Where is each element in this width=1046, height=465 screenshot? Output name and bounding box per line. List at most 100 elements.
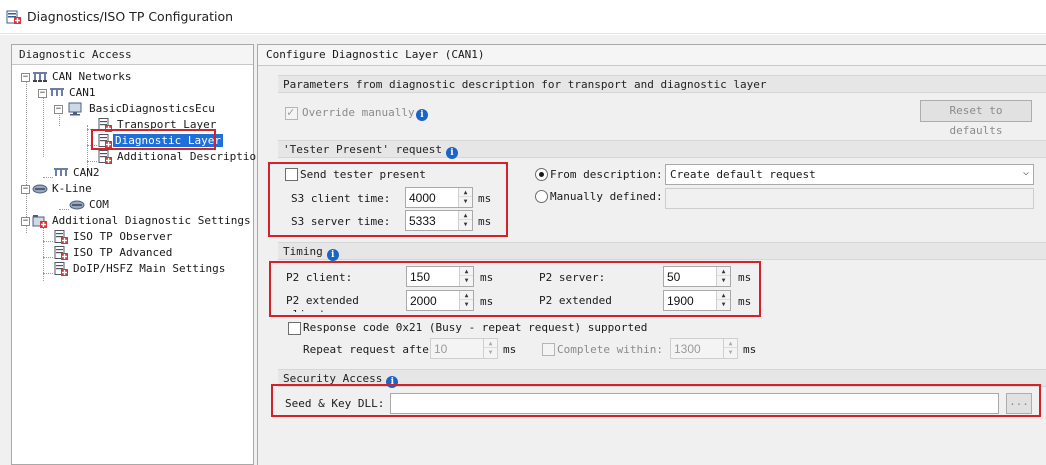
stepper-down-arrow-icon[interactable]: ▼: [460, 300, 473, 309]
stepper-up-arrow-icon[interactable]: ▲: [460, 267, 473, 276]
collapse-toggle[interactable]: −: [54, 105, 63, 114]
unit-label: ms: [503, 343, 517, 356]
p2-extended-client-value: 2000: [410, 294, 437, 308]
p2-server-stepper[interactable]: 50 ▲ ▼: [663, 266, 731, 287]
tree-item-can1[interactable]: CAN1: [67, 85, 98, 101]
from-description-radio[interactable]: [535, 168, 548, 181]
tester-present-section-header: 'Tester Present' request i: [278, 140, 1046, 159]
settings-page-icon: [54, 262, 68, 276]
tree-item-label: CAN Networks: [52, 70, 132, 83]
complete-within-checkbox[interactable]: [542, 343, 555, 356]
tree-item-label: Additional Diagnostic Settings: [52, 214, 251, 227]
stepper-up-arrow-icon[interactable]: ▲: [459, 211, 472, 220]
stepper-up-arrow-icon[interactable]: ▲: [460, 291, 473, 300]
stepper-up-arrow-icon[interactable]: ▲: [459, 188, 472, 197]
stepper-down-arrow-icon[interactable]: ▼: [724, 348, 737, 357]
s3-client-time-stepper[interactable]: 4000 ▲ ▼: [405, 187, 473, 208]
chevron-down-icon: ⌵: [1022, 167, 1029, 178]
tree-item-additional-descriptions[interactable]: Additional Descriptions: [115, 149, 271, 165]
tree-item-doip-hsfz-main-settings[interactable]: DoIP/HSFZ Main Settings: [71, 261, 227, 277]
tree-item-transport-layer[interactable]: Transport Layer: [115, 117, 218, 133]
s3-server-time-stepper[interactable]: 5333 ▲ ▼: [405, 210, 473, 231]
manually-defined-label: Manually defined:: [550, 190, 663, 203]
repeat-request-after-stepper[interactable]: 10 ▲ ▼: [430, 338, 498, 359]
reset-to-defaults-button[interactable]: Reset to defaults: [920, 100, 1032, 137]
diagnostic-access-header: Diagnostic Access: [12, 45, 253, 65]
ecu-icon: [68, 102, 82, 116]
stepper-up-arrow-icon[interactable]: ▲: [484, 339, 497, 348]
p2-server-value: 50: [667, 270, 681, 284]
stepper-up-arrow-icon[interactable]: ▲: [724, 339, 737, 348]
stepper-buttons: ▲ ▼: [458, 211, 472, 230]
diagnostics-app-icon: [6, 10, 21, 24]
stepper-down-arrow-icon[interactable]: ▼: [459, 197, 472, 206]
stepper-down-arrow-icon[interactable]: ▼: [717, 276, 730, 285]
tree-item-can-networks[interactable]: CAN Networks: [50, 69, 133, 85]
window-title: Diagnostics/ISO TP Configuration: [27, 9, 234, 24]
complete-within-stepper[interactable]: 1300 ▲ ▼: [670, 338, 738, 359]
seed-key-dll-input[interactable]: [390, 393, 999, 414]
response-code-busy-checkbox[interactable]: [288, 322, 301, 335]
com-port-icon: [69, 200, 85, 210]
tree-item-diagnostic-layer[interactable]: Diagnostic Layer: [113, 133, 223, 149]
manually-defined-radio[interactable]: [535, 190, 548, 203]
tree-item-com[interactable]: COM: [87, 197, 111, 213]
p2-client-value: 150: [410, 270, 431, 284]
p2-client-stepper[interactable]: 150 ▲ ▼: [406, 266, 474, 287]
p2-extended-client-stepper[interactable]: 2000 ▲ ▼: [406, 290, 474, 311]
tree-item-additional-diagnostic-settings[interactable]: Additional Diagnostic Settings: [50, 213, 253, 229]
collapse-toggle[interactable]: −: [21, 217, 30, 226]
unit-label: ms: [480, 295, 494, 308]
browse-button[interactable]: ...: [1006, 393, 1032, 414]
info-icon[interactable]: i: [416, 105, 428, 121]
radio-selected-dot: [539, 172, 544, 177]
configure-diagnostic-layer-pane: Configure Diagnostic Layer (CAN1) Parame…: [257, 44, 1046, 465]
override-manually-checkbox[interactable]: ✓: [285, 105, 298, 120]
tree-item-label: Additional Descriptions: [117, 150, 270, 163]
collapse-toggle[interactable]: −: [21, 185, 30, 194]
tree-guide-line: [43, 273, 53, 274]
tree-item-can2[interactable]: CAN2: [71, 165, 102, 181]
stepper-down-arrow-icon[interactable]: ▼: [460, 276, 473, 285]
send-tester-present-checkbox[interactable]: [285, 168, 298, 181]
p2-extended-server-value: 1900: [667, 294, 694, 308]
override-manually-label: Override manually: [302, 106, 415, 119]
info-icon[interactable]: i: [326, 249, 339, 261]
stepper-buttons: ▲ ▼: [459, 267, 473, 286]
stepper-down-arrow-icon[interactable]: ▼: [717, 300, 730, 309]
stepper-up-arrow-icon[interactable]: ▲: [717, 267, 730, 276]
tree-item-iso-tp-observer[interactable]: ISO TP Observer: [71, 229, 174, 245]
settings-page-icon: [98, 134, 112, 148]
section-title: 'Tester Present' request: [283, 143, 442, 156]
p2-extended-server-label: P2 extended server:: [539, 294, 612, 312]
stepper-down-arrow-icon[interactable]: ▼: [459, 220, 472, 229]
info-icon[interactable]: i: [386, 376, 399, 388]
tree-item-iso-tp-advanced[interactable]: ISO TP Advanced: [71, 245, 174, 261]
stepper-buttons: ▲ ▼: [723, 339, 737, 358]
unit-label: ms: [743, 343, 757, 356]
k-line-icon: [32, 184, 48, 194]
stepper-buttons: ▲ ▼: [483, 339, 497, 358]
security-access-section-header: Security Access i: [278, 369, 1046, 388]
tree-item-basic-diagnostics-ecu[interactable]: BasicDiagnosticsEcu: [87, 101, 217, 117]
p2-extended-server-stepper[interactable]: 1900 ▲ ▼: [663, 290, 731, 311]
window-body: Diagnostic Access − CAN Networks − CAN1 …: [0, 35, 1046, 465]
timing-section-header: Timing i: [278, 242, 1046, 261]
collapse-toggle[interactable]: −: [21, 73, 30, 82]
diagnostic-access-pane: Diagnostic Access − CAN Networks − CAN1 …: [11, 44, 269, 465]
info-icon[interactable]: i: [445, 147, 458, 159]
from-description-value: Create default request: [670, 168, 816, 181]
tree-item-label: COM: [89, 198, 109, 211]
response-code-busy-label: Response code 0x21 (Busy - repeat reques…: [303, 321, 648, 334]
stepper-buttons: ▲ ▼: [458, 188, 472, 207]
stepper-up-arrow-icon[interactable]: ▲: [717, 291, 730, 300]
section-title: Timing: [283, 245, 323, 258]
from-description-dropdown[interactable]: Create default request ⌵: [665, 164, 1034, 185]
tree-item-k-line[interactable]: K-Line: [50, 181, 94, 197]
parameters-section-header: Parameters from diagnostic description f…: [278, 75, 1046, 93]
tree-guide-line: [43, 241, 53, 242]
collapse-toggle[interactable]: −: [38, 89, 47, 98]
stepper-down-arrow-icon[interactable]: ▼: [484, 348, 497, 357]
manually-defined-input[interactable]: [665, 188, 1034, 209]
tree-guide-line: [43, 93, 44, 157]
